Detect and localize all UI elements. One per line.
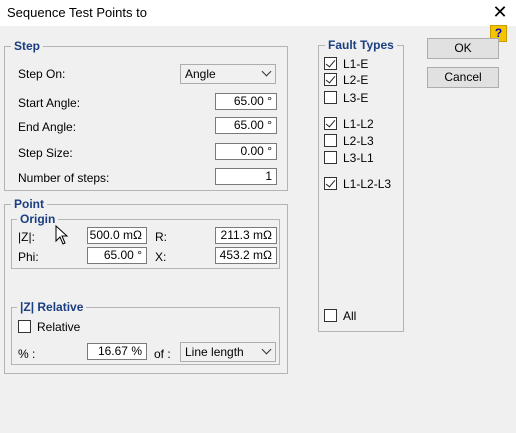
x-label: X: [155, 250, 167, 264]
step-on-value: Angle [185, 67, 216, 81]
checkmark-icon [325, 177, 336, 188]
cancel-button[interactable]: Cancel [427, 67, 499, 88]
step-on-select[interactable]: Angle [180, 64, 276, 84]
all-label: All [343, 309, 357, 323]
point-legend: Point [11, 197, 47, 211]
x-field[interactable]: 453.2 mΩ [215, 247, 277, 264]
phi-field[interactable]: 65.00 ° [87, 247, 147, 264]
relative-label: Relative [37, 320, 81, 334]
phi-label: Phi: [18, 250, 39, 264]
mouse-cursor-icon [55, 225, 69, 245]
step-legend: Step [11, 39, 44, 53]
num-steps-label: Number of steps: [18, 171, 110, 185]
r-label: R: [155, 230, 167, 244]
checkmark-icon [325, 73, 336, 84]
end-angle-field[interactable]: 65.00 ° [215, 117, 277, 134]
of-select[interactable]: Line length [180, 342, 276, 362]
z-relative-legend: |Z| Relative [17, 300, 87, 314]
num-steps-field[interactable]: 1 [215, 168, 277, 185]
relative-checkbox[interactable] [18, 320, 31, 333]
start-angle-label: Start Angle: [18, 96, 81, 110]
percent-label: % : [18, 347, 36, 361]
fault-checkbox-l3-e[interactable] [324, 91, 337, 104]
fault-label: L1-E [343, 57, 369, 71]
fault-label: L2-L3 [343, 134, 374, 148]
all-checkbox[interactable] [324, 309, 337, 322]
fault-checkbox-l3-l1[interactable] [324, 151, 337, 164]
z-magnitude-field[interactable]: 500.0 mΩ [87, 227, 147, 244]
z-magnitude-label: |Z|: [18, 230, 35, 244]
fault-checkbox-l1-l2[interactable] [324, 117, 337, 130]
step-size-field[interactable]: 0.00 ° [215, 143, 277, 160]
origin-legend: Origin [17, 212, 59, 226]
step-size-label: Step Size: [18, 146, 73, 160]
fault-checkbox-l1-l2-l3[interactable] [324, 177, 337, 190]
start-angle-field[interactable]: 65.00 ° [215, 93, 277, 110]
close-icon[interactable]: ✕ [489, 0, 511, 24]
of-label: of : [154, 347, 171, 361]
fault-label: L2-E [343, 73, 369, 87]
chevron-down-icon [261, 66, 272, 77]
fault-label: L1-L2 [343, 117, 374, 131]
chevron-down-icon [261, 344, 272, 355]
checkmark-icon [325, 57, 336, 68]
fault-checkbox-l2-e[interactable] [324, 73, 337, 86]
fault-label: L3-E [343, 91, 369, 105]
fault-label: L1-L2-L3 [343, 177, 392, 191]
step-on-label: Step On: [18, 67, 66, 81]
fault-checkbox-l1-e[interactable] [324, 57, 337, 70]
end-angle-label: End Angle: [18, 120, 77, 134]
of-value: Line length [185, 345, 244, 359]
fault-label: L3-L1 [343, 151, 374, 165]
percent-field[interactable]: 16.67 % [87, 343, 147, 360]
fault-checkbox-l2-l3[interactable] [324, 134, 337, 147]
r-field[interactable]: 211.3 mΩ [215, 227, 277, 244]
fault-types-legend: Fault Types [325, 38, 397, 52]
checkmark-icon [325, 117, 336, 128]
ok-button[interactable]: OK [427, 38, 499, 59]
window-title: Sequence Test Points to [7, 5, 147, 20]
